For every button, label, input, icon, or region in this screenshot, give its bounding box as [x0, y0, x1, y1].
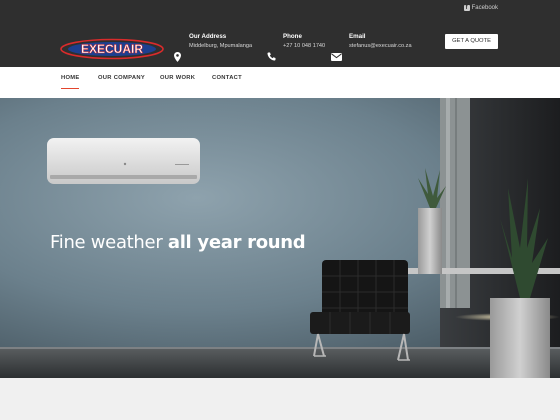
nav-contact[interactable]: CONTACT [212, 75, 242, 81]
facebook-link[interactable]: f Facebook [463, 5, 498, 11]
site-header: EXECUAIR Our Address Middelburg, Mpumala… [0, 17, 560, 67]
hero-title: Fine weather all year round [50, 232, 306, 253]
main-nav: HOME OUR COMPANY OUR WORK CONTACT [0, 67, 560, 98]
facebook-icon: f [463, 5, 470, 11]
phone-block: Phone +27 10 048 1740 [283, 33, 325, 49]
envelope-icon [331, 53, 342, 61]
nav-home[interactable]: HOME [61, 75, 80, 81]
phone-icon [267, 52, 276, 61]
address-value: Middelburg, Mpumalanga [189, 43, 253, 49]
nav-our-work[interactable]: OUR WORK [160, 75, 195, 81]
active-nav-indicator [61, 88, 79, 89]
email-title: Email [349, 33, 366, 40]
map-pin-icon [174, 52, 181, 62]
hero-banner: Fine weather all year round [0, 98, 560, 378]
phone-title: Phone [283, 33, 302, 40]
address-block: Our Address Middelburg, Mpumalanga [189, 33, 252, 49]
below-hero-section [0, 378, 560, 420]
air-conditioner-unit [47, 138, 200, 184]
nav-our-company[interactable]: OUR COMPANY [98, 75, 145, 81]
email-block: Email stefanus@execuair.co.za [349, 33, 412, 49]
top-strip: f Facebook [0, 0, 560, 17]
get-a-quote-button[interactable]: GET A QUOTE [445, 34, 498, 49]
hero-title-light: Fine weather [50, 232, 168, 253]
facebook-label: Facebook [471, 5, 498, 11]
execuair-logo[interactable]: EXECUAIR [60, 36, 164, 60]
email-value[interactable]: stefanus@execuair.co.za [349, 43, 412, 49]
phone-value[interactable]: +27 10 048 1740 [283, 43, 325, 49]
logo-text: EXECUAIR [81, 42, 143, 56]
hero-title-bold: all year round [167, 232, 306, 253]
address-title: Our Address [189, 33, 227, 40]
